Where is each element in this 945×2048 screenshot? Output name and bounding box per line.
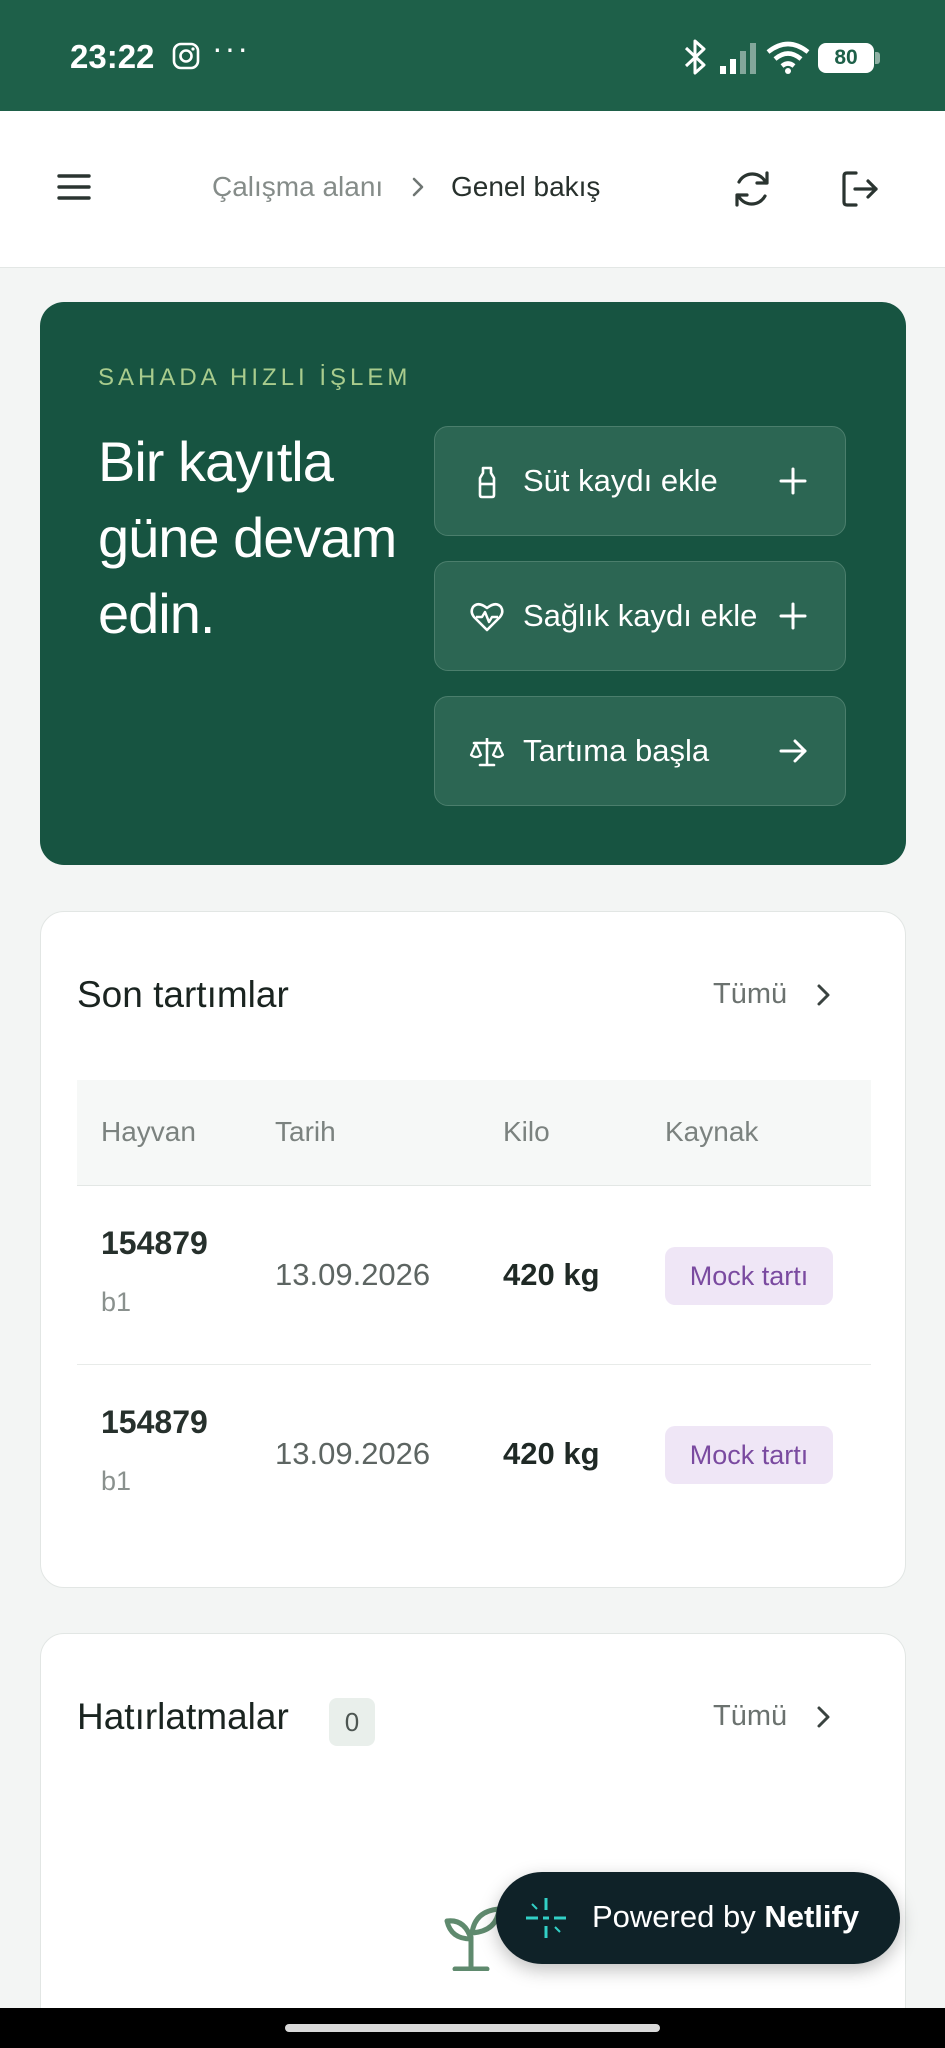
- source-badge: Mock tartı: [665, 1247, 833, 1305]
- logout-icon[interactable]: [838, 167, 882, 211]
- heart-pulse-icon: [470, 602, 504, 632]
- add-health-record-label: Sağlık kaydı ekle: [523, 598, 758, 633]
- chevron-right-icon[interactable]: [811, 980, 837, 1010]
- weighing-weight: 420 kg: [503, 1257, 600, 1292]
- column-animal: Hayvan: [101, 1116, 196, 1147]
- weighings-see-all-link[interactable]: Tümü: [713, 978, 787, 1011]
- start-weighing-label: Tartıma başla: [523, 733, 710, 768]
- arrow-right-icon: [779, 739, 807, 763]
- refresh-icon[interactable]: [730, 167, 774, 211]
- signal-icon: [720, 43, 756, 74]
- add-milk-record-button[interactable]: Süt kaydı ekle: [434, 426, 846, 536]
- weighing-date: 13.09.2026: [275, 1436, 431, 1471]
- reminders-card: Hatırlatmalar 0 Tümü: [40, 1633, 906, 2033]
- status-bar: 23:22 ··· 80: [0, 0, 945, 111]
- netlify-badge-text: Powered by Netlify: [592, 1899, 860, 1934]
- table-row[interactable]: 154879 b1 13.09.2026 420 kg Mock tartı: [77, 1366, 871, 1544]
- animal-name: b1: [101, 1287, 132, 1317]
- menu-icon[interactable]: [50, 163, 98, 211]
- chevron-right-icon: [412, 177, 424, 197]
- plus-icon: [779, 467, 807, 495]
- weighing-weight: 420 kg: [503, 1436, 600, 1471]
- home-gesture-handle[interactable]: [285, 2024, 660, 2032]
- netlify-logo-icon: [526, 1898, 566, 1938]
- breadcrumb-workspace[interactable]: Çalışma alanı: [212, 171, 383, 203]
- column-date: Tarih: [275, 1116, 336, 1147]
- quick-actions-headline: Bir kayıtla güne devam edin.: [98, 430, 397, 645]
- animal-id: 154879: [101, 1225, 208, 1261]
- quick-actions-card: SAHADA HIZLI İŞLEM Bir kayıtla güne deva…: [40, 302, 906, 865]
- bluetooth-icon: [684, 39, 706, 75]
- column-source: Kaynak: [665, 1116, 759, 1147]
- table-row[interactable]: 154879 b1 13.09.2026 420 kg Mock tartı: [77, 1187, 871, 1365]
- app-header: Çalışma alanı Genel bakış: [0, 111, 945, 268]
- recent-weighings-title: Son tartımlar: [77, 974, 289, 1015]
- recent-weighings-card: Son tartımlar Tümü Hayvan Tarih Kilo Kay…: [40, 911, 906, 1588]
- quick-actions-eyebrow: SAHADA HIZLI İŞLEM: [98, 364, 412, 391]
- chevron-right-icon[interactable]: [811, 1702, 837, 1732]
- column-weight: Kilo: [503, 1116, 550, 1147]
- reminders-count-badge: 0: [329, 1698, 375, 1746]
- instagram-icon: [172, 42, 200, 70]
- status-time: 23:22: [70, 38, 155, 75]
- milk-bottle-icon: [478, 466, 496, 499]
- netlify-badge[interactable]: Powered by Netlify: [496, 1872, 900, 1964]
- reminders-see-all-link[interactable]: Tümü: [713, 1700, 787, 1733]
- battery-icon: 80: [818, 43, 880, 73]
- table-header: Hayvan Tarih Kilo Kaynak: [77, 1080, 871, 1186]
- add-health-record-button[interactable]: Sağlık kaydı ekle: [434, 561, 846, 671]
- plus-icon: [779, 602, 807, 630]
- start-weighing-button[interactable]: Tartıma başla: [434, 696, 846, 806]
- scale-icon: [469, 738, 505, 767]
- animal-id: 154879: [101, 1404, 208, 1440]
- weighing-date: 13.09.2026: [275, 1257, 431, 1292]
- breadcrumb-current: Genel bakış: [451, 171, 601, 202]
- add-milk-record-label: Süt kaydı ekle: [523, 463, 718, 498]
- animal-name: b1: [101, 1466, 132, 1496]
- more-notifications-icon: ···: [212, 30, 250, 66]
- system-nav-bar: [0, 2008, 945, 2048]
- sprout-icon: [444, 1906, 502, 1971]
- source-badge: Mock tartı: [665, 1426, 833, 1484]
- wifi-icon: [766, 41, 810, 74]
- reminders-title: Hatırlatmalar: [77, 1696, 289, 1737]
